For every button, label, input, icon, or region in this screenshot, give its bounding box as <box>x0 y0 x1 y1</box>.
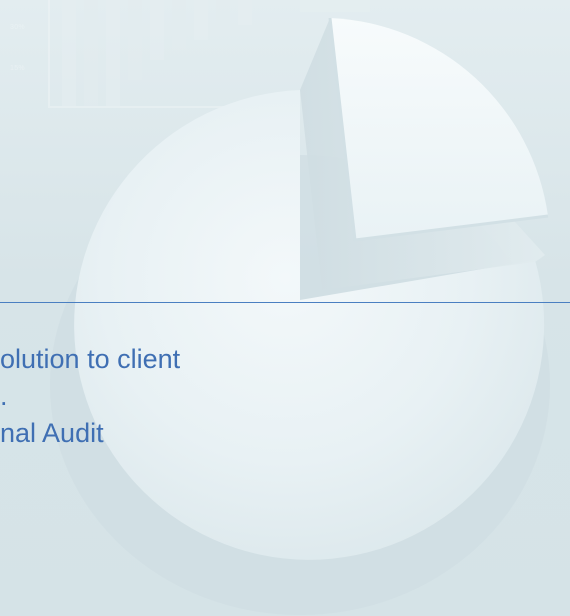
slide: 30% 15% olution to client . nal Audit <box>0 0 570 616</box>
body-text-line-3: nal Audit <box>0 418 104 448</box>
body-text-line-2: . <box>0 381 8 411</box>
body-text-line-1: olution to client <box>0 344 181 374</box>
tick-label-15: 15% <box>10 65 25 72</box>
pie-chart-background-illustration <box>48 0 550 615</box>
tick-label-30: 30% <box>10 24 25 31</box>
divider-line <box>0 302 570 303</box>
pie-slice-lifted <box>330 18 548 240</box>
